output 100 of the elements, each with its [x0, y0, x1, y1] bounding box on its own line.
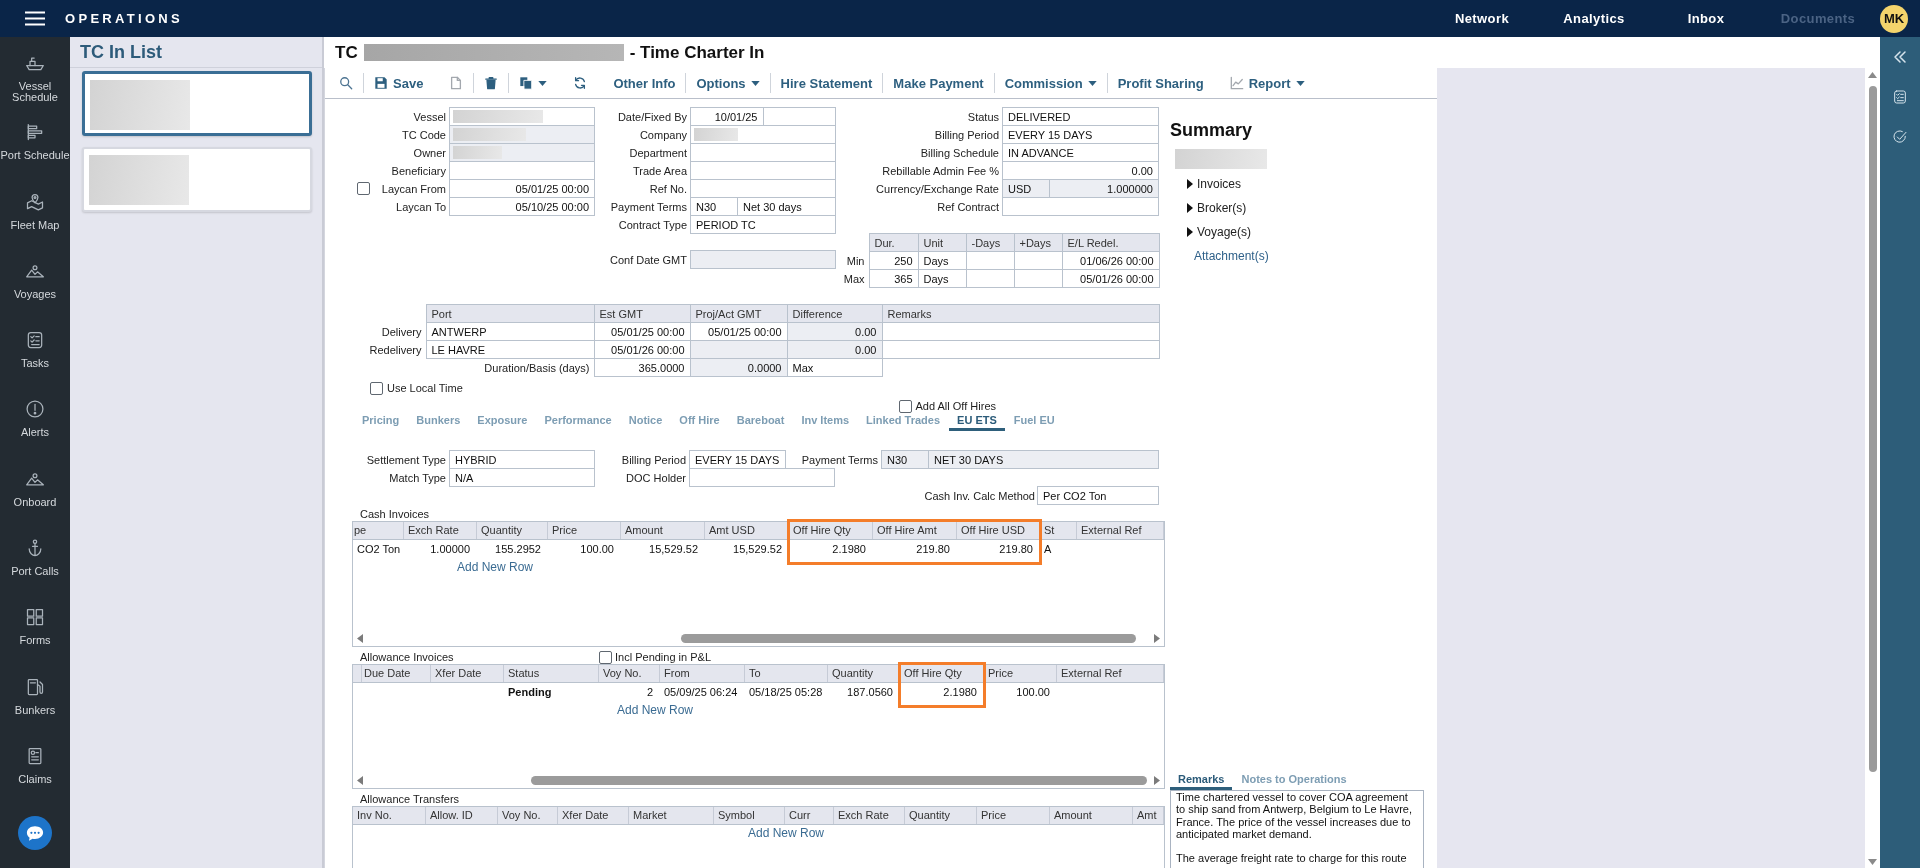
toolbar-button[interactable] — [573, 76, 588, 90]
input-field[interactable]: Per CO2 Ton — [1037, 486, 1159, 505]
sidebar-item[interactable]: Tasks — [0, 325, 70, 395]
search-icon — [339, 76, 353, 90]
table-cell-text: 2.1980 — [942, 685, 978, 700]
table-cell-text: 2.1980 — [831, 542, 867, 557]
tab[interactable]: Remarks — [1170, 769, 1233, 790]
toolbar-menu-button[interactable]: Report — [1229, 75, 1305, 91]
input-field[interactable]: N/A — [449, 468, 595, 487]
table-cell: 05/01/25 00:00 — [594, 322, 690, 341]
tree-item[interactable]: Invoices — [1170, 172, 1242, 196]
header-nav-link[interactable]: Inbox — [1687, 11, 1725, 26]
sidebar-item[interactable]: Bunkers — [0, 671, 70, 741]
scroll-right-icon[interactable] — [1154, 776, 1160, 785]
scroll-left-icon[interactable] — [357, 776, 363, 785]
chat-button[interactable] — [18, 816, 52, 850]
header-nav-link[interactable]: Analytics — [1563, 11, 1625, 26]
column-header: Amt — [1133, 807, 1164, 824]
header-nav-link[interactable]: Network — [1454, 11, 1510, 26]
sidebar-item[interactable]: Port Calls — [0, 533, 70, 603]
toolbar-button[interactable]: Make Payment — [893, 75, 984, 91]
toolbar-button[interactable]: Save — [374, 75, 424, 91]
table-cell: 01/06/26 00:00 — [1062, 251, 1159, 270]
tab[interactable]: EU ETS — [949, 414, 1005, 431]
tree-item[interactable]: Broker(s) — [1170, 196, 1247, 220]
toolbar-menu-button[interactable]: Options — [696, 75, 760, 91]
scroll-down-icon[interactable] — [1868, 859, 1877, 865]
scrollbar-thumb[interactable] — [531, 776, 1147, 785]
table-cell-text: 2 — [645, 685, 654, 700]
add-row-link[interactable]: Add New Row — [457, 560, 534, 574]
add-row-link[interactable]: Add New Row — [748, 826, 825, 840]
sidebar-item[interactable]: Claims — [0, 740, 70, 811]
field-label: Date/Fixed By — [617, 110, 687, 123]
column-header: Inv No. — [353, 807, 426, 824]
field-label: Trade Area — [633, 164, 687, 177]
add-row-link[interactable]: Add New Row — [617, 703, 694, 717]
sidebar-item[interactable]: Voyages — [0, 255, 70, 326]
checklist-icon[interactable] — [1892, 89, 1908, 105]
toolbar-menu-button[interactable] — [519, 76, 548, 90]
field-label: Beneficiary — [391, 164, 446, 177]
input-field[interactable]: 05/10/25 00:00 — [449, 197, 595, 216]
document-tiles-icon — [25, 607, 45, 628]
toolbar-button[interactable] — [484, 76, 499, 90]
list-card[interactable] — [82, 71, 312, 136]
sidebar-item[interactable]: Vessel Schedule — [0, 48, 70, 118]
tree-item[interactable]: Voyage(s) — [1170, 220, 1252, 244]
input-field[interactable] — [1002, 197, 1159, 216]
menu-icon[interactable] — [25, 11, 45, 26]
toolbar-button[interactable]: Profit Sharing — [1117, 75, 1204, 91]
table-title: Allowance Transfers — [360, 793, 460, 805]
scrollbar-thumb[interactable] — [1868, 86, 1877, 772]
checkbox[interactable] — [599, 650, 612, 664]
row-label: Min — [836, 251, 869, 270]
checkbox[interactable] — [370, 381, 383, 395]
toolbar-button[interactable]: Hire Statement — [780, 75, 873, 91]
field-label: DOC Holder — [626, 471, 686, 484]
user-avatar[interactable]: MK — [1880, 4, 1908, 33]
column-header: Due Date — [360, 665, 431, 682]
sidebar-item[interactable]: Forms — [0, 602, 70, 672]
caret-icon — [750, 80, 760, 86]
field-label: Owner — [413, 146, 446, 159]
redacted-text-block — [694, 128, 738, 141]
collapse-icon[interactable] — [1892, 49, 1908, 65]
input-field[interactable] — [690, 250, 836, 269]
column-header: Unit — [918, 233, 966, 252]
table-cell-text: 15,529.52 — [732, 542, 783, 557]
input-field[interactable] — [689, 468, 835, 487]
column-header: E/L Redel. — [1062, 233, 1159, 252]
field-label: Settlement Type — [366, 453, 446, 466]
sidebar-item[interactable]: Port Schedule — [0, 117, 70, 187]
toolbar-button[interactable] — [339, 76, 353, 90]
sidebar-item[interactable]: Fleet Map — [0, 186, 70, 256]
scrollbar-thumb[interactable] — [681, 634, 1136, 643]
scroll-right-icon[interactable] — [1154, 634, 1160, 643]
scroll-up-icon[interactable] — [1868, 72, 1877, 78]
field-label: Conf Date GMT — [609, 253, 687, 266]
table-cell: Max — [787, 358, 882, 377]
line-chart-icon — [1229, 76, 1244, 90]
table-cell: LE HAVRE — [426, 340, 594, 359]
toolbar-menu-button[interactable]: Commission — [1004, 75, 1097, 91]
table-cell: 05/01/25 00:00 — [690, 322, 787, 341]
sidebar-item[interactable]: Alerts — [0, 394, 70, 464]
table-cell — [1014, 251, 1062, 270]
attachments-link[interactable]: Attachment(s) — [1194, 244, 1269, 268]
column-header: Off Hire Qty — [789, 522, 873, 539]
checkbox[interactable] — [356, 182, 370, 195]
input-field[interactable]: PERIOD TC — [690, 215, 836, 234]
column-header: pe — [353, 522, 404, 539]
checkbox[interactable] — [898, 399, 912, 413]
sidebar-item[interactable]: Onboard — [0, 463, 70, 534]
input-field[interactable]: NET 30 DAYS — [928, 450, 1159, 469]
table-cell: 05/01/26 00:00 — [1062, 269, 1159, 288]
checkbox-label: Use Local Time — [387, 382, 463, 394]
scroll-left-icon[interactable] — [357, 634, 363, 643]
input-field[interactable]: N30 — [881, 450, 929, 469]
column-header: Off Hire Qty — [900, 665, 984, 682]
table-cell-text: 1.00000 — [429, 542, 471, 557]
toolbar-button[interactable]: Other Info — [613, 75, 676, 91]
table-cell-text: 187.0560 — [846, 685, 894, 700]
check-circle-icon[interactable] — [1892, 129, 1908, 145]
